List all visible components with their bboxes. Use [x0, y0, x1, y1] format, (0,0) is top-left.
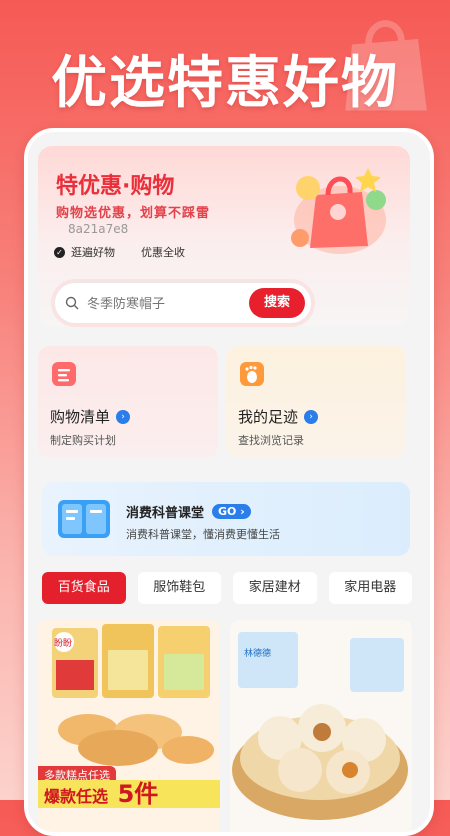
- hero-subtitle: 购物选优惠，划算不踩雷: [56, 206, 211, 221]
- tab-home-building[interactable]: 家居建材: [233, 572, 317, 604]
- card-title-label: 我的足迹: [238, 408, 299, 426]
- promo-count: 5件: [117, 780, 159, 808]
- consumer-class-banner[interactable]: 消费科普课堂 GO › 消费科普课堂，懂消费更懂生活: [42, 482, 410, 556]
- banner-title: 消费科普课堂 GO ›: [126, 502, 251, 521]
- card-title-label: 购物清单: [50, 408, 111, 426]
- product-card[interactable]: 盼盼 多款糕点任选 爆款任选 5件: [38, 620, 220, 832]
- go-label: GO: [218, 505, 237, 518]
- list-icon: [52, 362, 76, 386]
- hero-tag: 优惠全收: [141, 244, 185, 260]
- quick-cards: 购物清单 › 制定购买计划 我的足迹 › 查找浏览记录: [38, 346, 410, 458]
- banner-title-label: 消费科普课堂: [126, 506, 205, 521]
- chevron-right-icon: ›: [304, 409, 319, 424]
- brand-logo-text: 盼盼: [54, 638, 72, 649]
- search-button[interactable]: 搜索: [249, 288, 305, 318]
- chevron-right-icon: ›: [116, 409, 131, 424]
- promo-banner: 爆款任选 5件: [38, 780, 220, 808]
- phone-frame: 特优惠·购物 购物选优惠，划算不踩雷 8a21a7e8 ✓ 逛遍好物 优惠全收: [24, 128, 434, 836]
- product-grid: 盼盼 多款糕点任选 爆款任选 5件 林德德: [38, 620, 412, 832]
- hero-tag-label: 逛遍好物: [71, 246, 115, 259]
- search-bar: 搜索: [54, 282, 312, 325]
- shopping-list-card[interactable]: 购物清单 › 制定购买计划: [38, 346, 218, 458]
- card-title: 我的足迹 ›: [238, 406, 319, 427]
- product-card[interactable]: 林德德: [230, 620, 412, 832]
- footprint-card[interactable]: 我的足迹 › 查找浏览记录: [226, 346, 406, 458]
- hero-tags: ✓ 逛遍好物 优惠全收: [54, 244, 185, 260]
- promo-main-label: 爆款任选: [44, 787, 109, 806]
- card-subtitle: 查找浏览记录: [238, 434, 304, 447]
- card-title: 购物清单 ›: [50, 406, 131, 427]
- shopping-bag-icon: [345, 20, 427, 111]
- go-button[interactable]: GO ›: [212, 504, 251, 519]
- card-subtitle: 制定购买计划: [50, 434, 116, 447]
- shopping-illustration-icon: [291, 168, 386, 254]
- hero-title: 特优惠·购物: [56, 174, 175, 199]
- hero-section: 特优惠·购物 购物选优惠，划算不踩雷 8a21a7e8 ✓ 逛遍好物 优惠全收: [38, 146, 410, 326]
- book-icon: [58, 500, 110, 538]
- brand-logo-text: 林德德: [244, 647, 271, 659]
- hero-tag-label: 优惠全收: [141, 246, 185, 259]
- tab-groceries[interactable]: 百货食品: [42, 572, 126, 604]
- footprint-icon: [240, 362, 264, 386]
- search-icon: [65, 296, 79, 310]
- hero-tag: ✓ 逛遍好物: [54, 244, 115, 260]
- tab-apparel[interactable]: 服饰鞋包: [137, 572, 221, 604]
- dumpling-product-image: 林德德: [230, 620, 412, 832]
- hero-code: 8a21a7e8: [68, 222, 129, 236]
- banner-subtitle: 消费科普课堂，懂消费更懂生活: [126, 528, 280, 541]
- category-tabs: 百货食品 服饰鞋包 家居建材 家用电器: [42, 572, 412, 604]
- tab-appliances[interactable]: 家用电器: [328, 572, 412, 604]
- search-input[interactable]: [85, 283, 239, 325]
- check-icon: ✓: [54, 246, 65, 258]
